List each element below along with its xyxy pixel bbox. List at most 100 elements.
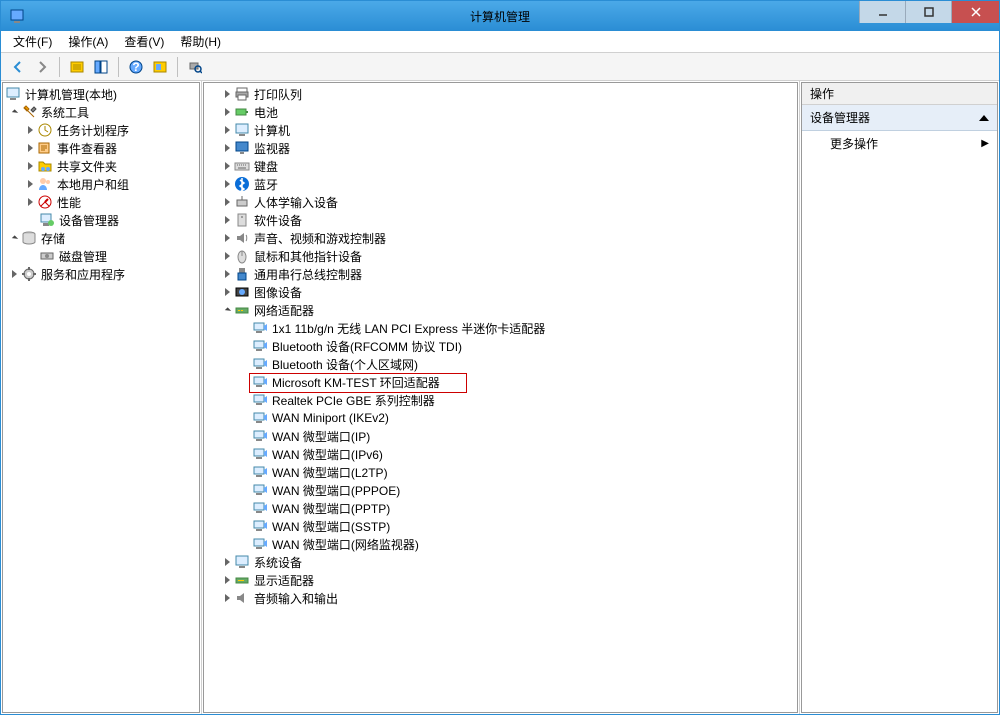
expand-icon[interactable] bbox=[220, 105, 234, 119]
network-adapter-item[interactable]: WAN Miniport (IKEv2) bbox=[204, 409, 797, 427]
tree-task-scheduler[interactable]: 任务计划程序 bbox=[3, 121, 199, 139]
expand-icon[interactable] bbox=[23, 123, 37, 137]
help-button[interactable]: ? bbox=[125, 56, 147, 78]
tree-shared-folders[interactable]: 共享文件夹 bbox=[3, 157, 199, 175]
chevron-right-icon: ▶ bbox=[981, 138, 989, 149]
window-title: 计算机管理 bbox=[470, 8, 530, 25]
show-hide-button[interactable] bbox=[66, 56, 88, 78]
expand-icon[interactable] bbox=[220, 555, 234, 569]
network-adapter-item[interactable]: WAN 微型端口(IPv6) bbox=[204, 445, 797, 463]
minimize-button[interactable] bbox=[859, 1, 905, 23]
back-button[interactable] bbox=[7, 56, 29, 78]
audio-icon bbox=[234, 590, 250, 606]
actions-section[interactable]: 设备管理器 bbox=[802, 105, 997, 131]
network-adapter-item[interactable]: Microsoft KM-TEST 环回适配器 bbox=[204, 373, 797, 391]
tree-disk-mgmt[interactable]: 磁盘管理 bbox=[3, 247, 199, 265]
expand-icon[interactable] bbox=[220, 87, 234, 101]
menu-help[interactable]: 帮助(H) bbox=[172, 30, 229, 53]
expand-icon[interactable] bbox=[7, 105, 21, 119]
storage-icon bbox=[21, 230, 37, 246]
expand-icon[interactable] bbox=[220, 213, 234, 227]
more-actions[interactable]: 更多操作 ▶ bbox=[802, 131, 997, 156]
tree-services[interactable]: 服务和应用程序 bbox=[3, 265, 199, 283]
network-adapter-item[interactable]: WAN 微型端口(L2TP) bbox=[204, 463, 797, 481]
device-category-network[interactable]: 网络适配器 bbox=[204, 301, 797, 319]
netadapter-icon bbox=[252, 320, 268, 336]
tools-icon bbox=[21, 104, 37, 120]
expand-icon[interactable] bbox=[220, 159, 234, 173]
tree-local-users[interactable]: 本地用户和组 bbox=[3, 175, 199, 193]
left-tree-panel: 计算机管理(本地) 系统工具 任务计划程序 事件查看器 共享文件夹 本地用户和组 bbox=[1, 81, 202, 714]
network-adapter-item[interactable]: Bluetooth 设备(RFCOMM 协议 TDI) bbox=[204, 337, 797, 355]
network-adapter-item[interactable]: WAN 微型端口(网络监视器) bbox=[204, 535, 797, 553]
device-category[interactable]: 系统设备 bbox=[204, 553, 797, 571]
network-adapter-item[interactable]: WAN 微型端口(IP) bbox=[204, 427, 797, 445]
device-category[interactable]: 通用串行总线控制器 bbox=[204, 265, 797, 283]
device-category[interactable]: 监视器 bbox=[204, 139, 797, 157]
expand-icon[interactable] bbox=[220, 123, 234, 137]
actions-panel: 操作 设备管理器 更多操作 ▶ bbox=[800, 81, 999, 714]
imaging-icon bbox=[234, 284, 250, 300]
network-adapter-item[interactable]: 1x1 11b/g/n 无线 LAN PCI Express 半迷你卡适配器 bbox=[204, 319, 797, 337]
netadapter-icon bbox=[252, 518, 268, 534]
app-icon bbox=[9, 8, 25, 24]
tree-event-viewer[interactable]: 事件查看器 bbox=[3, 139, 199, 157]
expand-icon[interactable] bbox=[220, 267, 234, 281]
expand-icon[interactable] bbox=[7, 267, 21, 281]
network-adapter-item[interactable]: Realtek PCIe GBE 系列控制器 bbox=[204, 391, 797, 409]
netadapter-icon bbox=[252, 500, 268, 516]
expand-icon[interactable] bbox=[23, 195, 37, 209]
window-titlebar: 计算机管理 bbox=[1, 1, 999, 31]
expand-icon[interactable] bbox=[220, 591, 234, 605]
tree-root[interactable]: 计算机管理(本地) bbox=[3, 85, 199, 103]
device-category[interactable]: 图像设备 bbox=[204, 283, 797, 301]
netadapter-icon bbox=[252, 338, 268, 354]
expand-icon[interactable] bbox=[23, 159, 37, 173]
tree-storage[interactable]: 存储 bbox=[3, 229, 199, 247]
svg-text:?: ? bbox=[132, 60, 139, 74]
device-category[interactable]: 计算机 bbox=[204, 121, 797, 139]
tree-device-manager[interactable]: 设备管理器 bbox=[3, 211, 199, 229]
maximize-button[interactable] bbox=[905, 1, 951, 23]
expand-icon[interactable] bbox=[23, 141, 37, 155]
device-category[interactable]: 软件设备 bbox=[204, 211, 797, 229]
device-category[interactable]: 音频输入和输出 bbox=[204, 589, 797, 607]
expand-icon[interactable] bbox=[23, 177, 37, 191]
forward-button[interactable] bbox=[31, 56, 53, 78]
expand-icon[interactable] bbox=[220, 303, 234, 317]
netadapter-icon bbox=[252, 428, 268, 444]
expand-icon[interactable] bbox=[220, 195, 234, 209]
menu-file[interactable]: 文件(F) bbox=[5, 30, 60, 53]
refresh-button[interactable] bbox=[149, 56, 171, 78]
device-category[interactable]: 人体学输入设备 bbox=[204, 193, 797, 211]
network-adapter-item[interactable]: WAN 微型端口(PPTP) bbox=[204, 499, 797, 517]
scan-button[interactable] bbox=[184, 56, 206, 78]
clock-icon bbox=[37, 122, 53, 138]
expand-icon[interactable] bbox=[220, 249, 234, 263]
expand-icon[interactable] bbox=[220, 141, 234, 155]
menu-action[interactable]: 操作(A) bbox=[60, 30, 116, 53]
device-category[interactable]: 打印队列 bbox=[204, 85, 797, 103]
device-category[interactable]: 鼠标和其他指针设备 bbox=[204, 247, 797, 265]
expand-icon[interactable] bbox=[220, 231, 234, 245]
sound-icon bbox=[234, 230, 250, 246]
expand-icon[interactable] bbox=[7, 231, 21, 245]
expand-icon[interactable] bbox=[220, 177, 234, 191]
network-adapter-item[interactable]: WAN 微型端口(SSTP) bbox=[204, 517, 797, 535]
device-category[interactable]: 电池 bbox=[204, 103, 797, 121]
device-category[interactable]: 蓝牙 bbox=[204, 175, 797, 193]
menu-view[interactable]: 查看(V) bbox=[116, 30, 172, 53]
device-category[interactable]: 声音、视频和游戏控制器 bbox=[204, 229, 797, 247]
tree-performance[interactable]: 性能 bbox=[3, 193, 199, 211]
network-adapter-item[interactable]: Bluetooth 设备(个人区域网) bbox=[204, 355, 797, 373]
expand-icon[interactable] bbox=[220, 573, 234, 587]
expand-icon[interactable] bbox=[220, 285, 234, 299]
properties-button[interactable] bbox=[90, 56, 112, 78]
network-adapter-item[interactable]: WAN 微型端口(PPPOE) bbox=[204, 481, 797, 499]
netadapter-icon bbox=[252, 356, 268, 372]
close-button[interactable] bbox=[951, 1, 999, 23]
device-category[interactable]: 键盘 bbox=[204, 157, 797, 175]
bluetooth-icon bbox=[234, 176, 250, 192]
device-category[interactable]: 显示适配器 bbox=[204, 571, 797, 589]
tree-system-tools[interactable]: 系统工具 bbox=[3, 103, 199, 121]
